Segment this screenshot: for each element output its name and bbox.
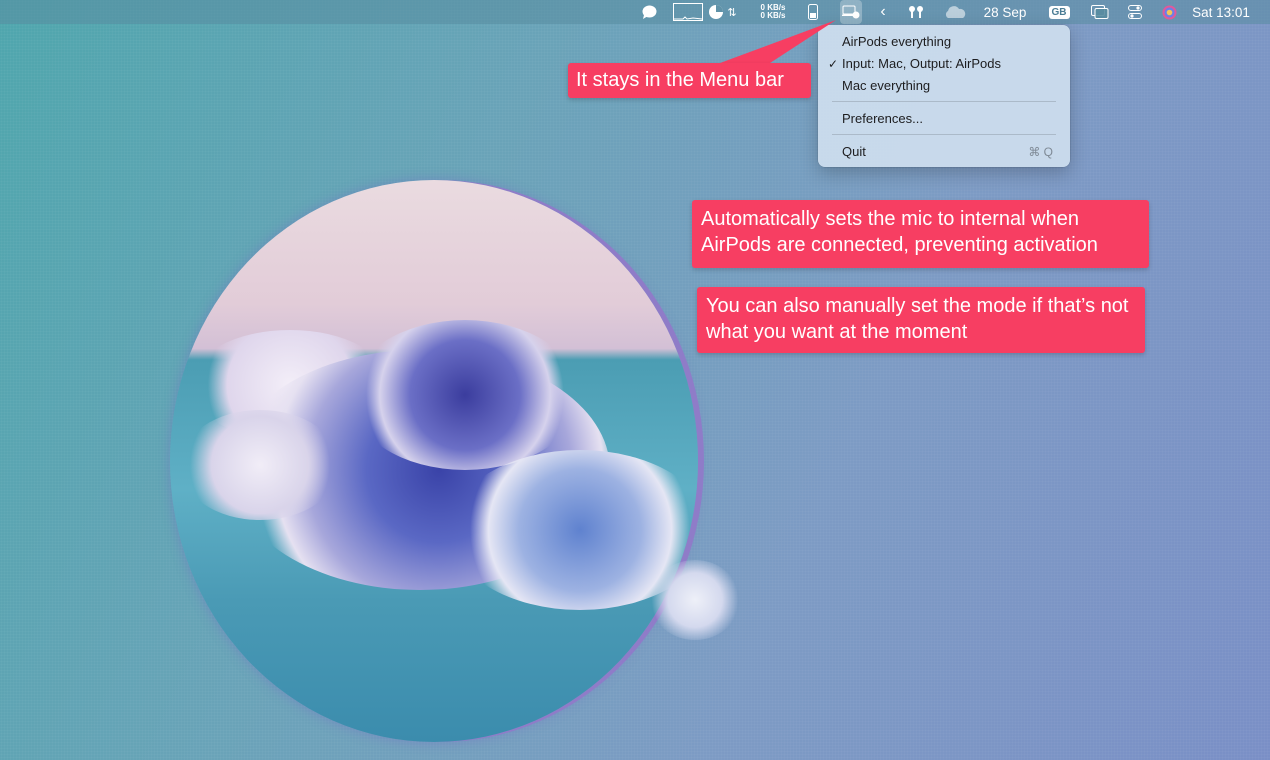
- callout-manual-mode: You can also manually set the mode if th…: [697, 287, 1145, 353]
- callout-menu-bar: It stays in the Menu bar: [568, 63, 811, 98]
- callout-pointer: [712, 20, 836, 80]
- callout-auto-mic: Automatically sets the mic to internal w…: [692, 200, 1149, 268]
